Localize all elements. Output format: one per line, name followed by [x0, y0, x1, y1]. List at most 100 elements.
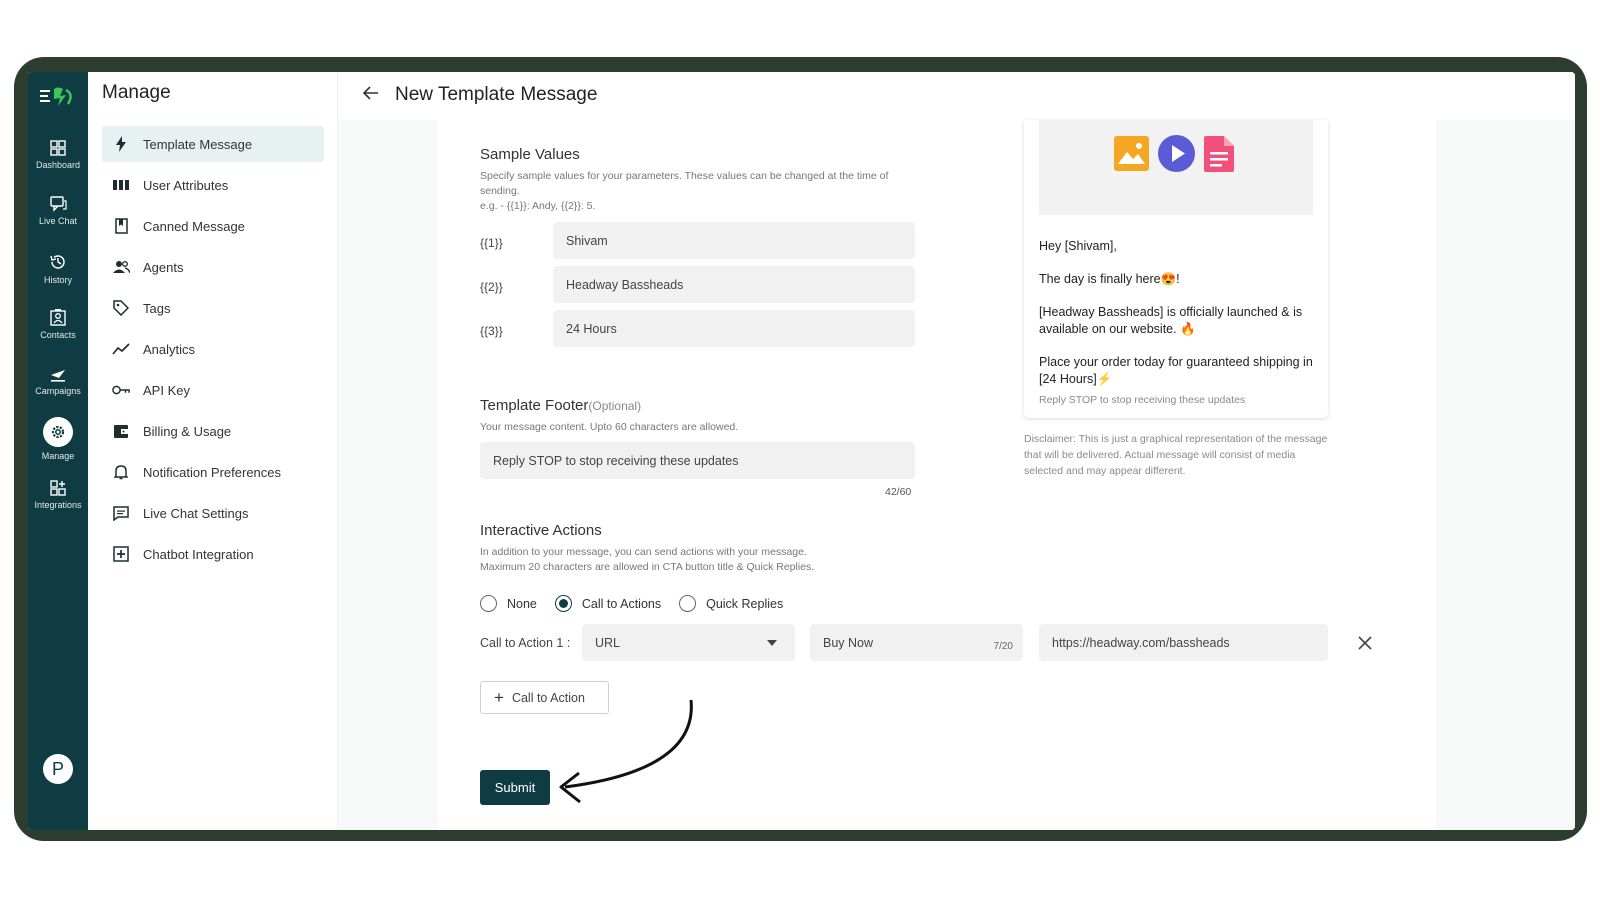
rail-label: Dashboard	[35, 160, 81, 170]
sidebar-item-live-chat-settings[interactable]: Live Chat Settings	[102, 495, 324, 531]
footer-char-counter: 42/60	[885, 486, 912, 498]
sample-values-helper: Specify sample values for your parameter…	[480, 169, 920, 214]
rail-item-integrations[interactable]: Integrations	[28, 480, 88, 510]
optional-tag: (Optional)	[588, 399, 642, 413]
gear-icon	[51, 425, 65, 439]
sidebar-item-template-message[interactable]: Template Message	[102, 126, 324, 162]
agents-icon	[112, 258, 130, 276]
rail-item-campaigns[interactable]: Campaigns	[28, 366, 88, 396]
message-preview-card: Hey [Shivam], The day is finally here😍! …	[1024, 120, 1328, 418]
sidebar-item-label: API Key	[143, 382, 190, 398]
sidebar-item-api-key[interactable]: API Key	[102, 372, 324, 408]
sidebar-item-label: Tags	[143, 300, 171, 316]
contacts-icon	[50, 309, 66, 326]
param-input-2[interactable]: Headway Bassheads	[553, 266, 915, 303]
cta-title-input[interactable]: Buy Now 7/20	[810, 624, 1023, 661]
sidebar-item-analytics[interactable]: Analytics	[102, 331, 324, 367]
footer-input[interactable]: Reply STOP to stop receiving these updat…	[480, 442, 915, 479]
preview-greeting: Hey [Shivam],	[1039, 239, 1117, 253]
media-placeholder	[1039, 120, 1313, 215]
rail-label: Manage	[41, 451, 75, 461]
helper-line: Specify sample values for your parameter…	[480, 170, 889, 182]
rail-item-history[interactable]: History	[28, 253, 88, 285]
close-icon[interactable]	[1358, 636, 1372, 650]
rail-label: Campaigns	[35, 386, 81, 396]
sidebar-item-label: Billing & Usage	[143, 423, 232, 439]
manage-menu: Template Message User Attributes Canned …	[102, 126, 324, 577]
lightning-icon	[112, 135, 130, 153]
main-content: Sample Values Specify sample values for …	[338, 120, 1575, 830]
rail-item-contacts[interactable]: Contacts	[28, 309, 88, 340]
bell-icon	[112, 463, 130, 481]
cta-title-counter: 7/20	[993, 641, 1013, 652]
plus-icon: +	[494, 687, 504, 707]
rail-item-manage[interactable]: Manage	[28, 417, 88, 461]
sidebar-item-label: Notification Preferences	[143, 464, 282, 480]
cta-type-select[interactable]: URL	[582, 624, 795, 661]
sidebar-item-billing[interactable]: Billing & Usage	[102, 413, 324, 449]
page-header: New Template Message	[338, 72, 1575, 120]
helper-line: sending.	[480, 185, 520, 197]
helper-line: e.g. - {{1}}: Andy, {{2}}: 5.	[480, 200, 596, 212]
app-screen: Dashboard Live Chat History Contacts Cam…	[28, 72, 1575, 830]
footer-section-title: Template Footer(Optional)	[480, 397, 641, 414]
wallet-icon	[112, 422, 130, 440]
sidebar-item-label: Canned Message	[143, 218, 245, 234]
sidebar-item-user-attributes[interactable]: User Attributes	[102, 167, 324, 203]
radio-circle	[480, 595, 497, 612]
tag-icon	[112, 299, 130, 317]
submit-button[interactable]: Submit	[480, 770, 550, 805]
cta-row-label: Call to Action 1 :	[480, 636, 571, 650]
sidebar-item-agents[interactable]: Agents	[102, 249, 324, 285]
param-label-1: {{1}}	[480, 236, 503, 250]
template-form: Sample Values Specify sample values for …	[438, 120, 1436, 830]
helper-line: In addition to your message, you can sen…	[480, 546, 807, 558]
rail-label: Contacts	[40, 330, 76, 340]
radio-label: None	[507, 596, 537, 611]
back-arrow-icon[interactable]	[362, 84, 380, 102]
brand-logo	[40, 87, 72, 106]
radio-quick-replies[interactable]: Quick Replies	[679, 595, 783, 612]
radio-label: Call to Actions	[581, 596, 662, 611]
rail-label: History	[43, 275, 72, 285]
preview-disclaimer: Disclaimer: This is just a graphical rep…	[1024, 433, 1328, 477]
sidebar-item-notification-preferences[interactable]: Notification Preferences	[102, 454, 324, 490]
rail-label: Integrations	[34, 500, 82, 510]
radio-circle	[554, 595, 572, 612]
radio-circle	[679, 595, 697, 612]
sidebar-item-tags[interactable]: Tags	[102, 290, 324, 326]
param-label-2: {{2}}	[480, 280, 503, 294]
user-avatar[interactable]: P	[43, 754, 73, 784]
helper-line: Maximum 20 characters are allowed in CTA…	[480, 561, 815, 573]
rail-label: Live Chat	[38, 216, 78, 226]
document-icon	[1204, 135, 1234, 177]
history-icon	[50, 255, 65, 269]
param-input-1[interactable]: Shivam	[553, 222, 915, 259]
bookmark-icon	[112, 217, 130, 235]
sidebar-item-label: Analytics	[143, 341, 196, 357]
interactive-actions-title: Interactive Actions	[480, 522, 602, 539]
campaigns-icon	[51, 370, 65, 382]
page-title: New Template Message	[395, 84, 598, 105]
sidebar-item-canned-message[interactable]: Canned Message	[102, 208, 324, 244]
cta-url-input[interactable]: https://headway.com/bassheads	[1039, 624, 1328, 661]
rail-item-live-chat[interactable]: Live Chat	[28, 196, 88, 226]
manage-active-indicator	[43, 417, 73, 447]
preview-line-3: Place your order today for guaranteed sh…	[1039, 355, 1313, 386]
live-chat-icon	[49, 196, 67, 212]
cta-type-value: URL	[595, 635, 621, 650]
param-input-3[interactable]: 24 Hours	[553, 310, 915, 347]
cta-title-value: Buy Now	[823, 635, 874, 650]
sidebar-item-label: Template Message	[143, 136, 253, 152]
image-icon	[1114, 136, 1149, 176]
radio-none[interactable]: None	[480, 595, 537, 612]
dashboard-icon	[50, 140, 66, 156]
rail-item-dashboard[interactable]: Dashboard	[28, 140, 88, 170]
sidebar-item-chatbot-integration[interactable]: Chatbot Integration	[102, 536, 324, 572]
sidebar-item-label: Agents	[143, 259, 184, 275]
sidebar-item-label: User Attributes	[143, 177, 229, 193]
radio-call-to-actions[interactable]: Call to Actions	[554, 595, 662, 612]
footer-title-text: Template Footer	[480, 397, 589, 414]
annotation-arrow-icon	[559, 699, 693, 804]
chat-settings-icon	[112, 504, 130, 522]
